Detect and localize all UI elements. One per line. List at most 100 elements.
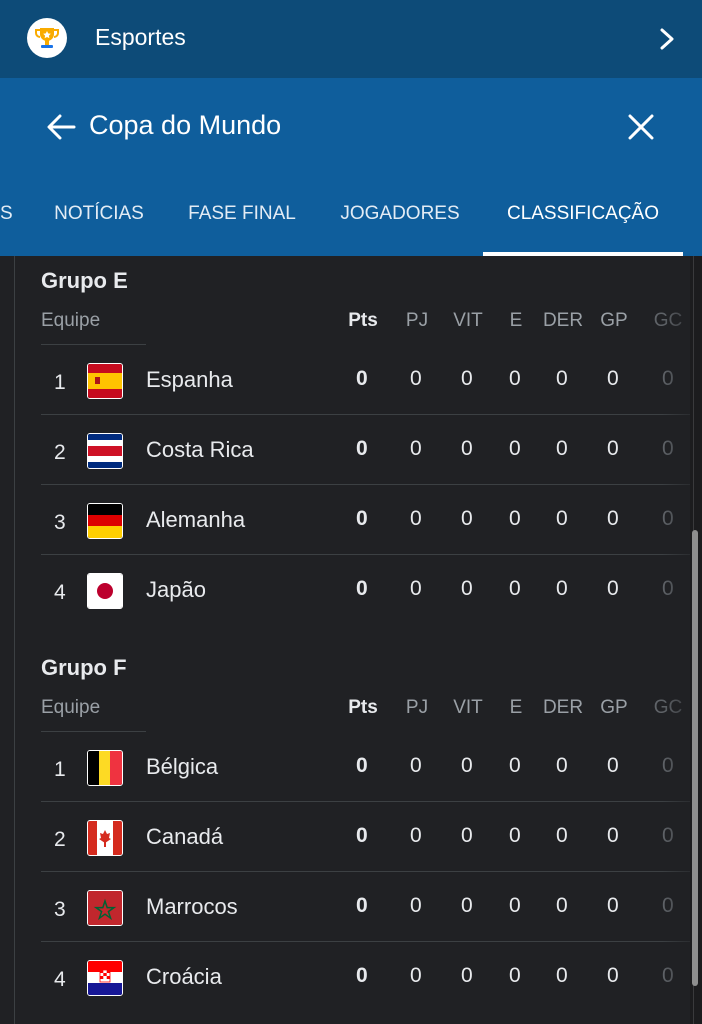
team-gp: 0 (607, 824, 619, 847)
team-e: 0 (509, 437, 521, 460)
team-pj: 0 (410, 754, 422, 777)
team-gp: 0 (607, 577, 619, 600)
team-vit: 0 (461, 964, 473, 987)
team-gc: 0 (662, 507, 674, 530)
team-rank: 4 (54, 581, 66, 604)
table-header: Equipe Pts PJ VIT E DER GP GC (14, 310, 690, 340)
germany-flag-icon (87, 503, 123, 539)
team-e: 0 (509, 577, 521, 600)
scrollbar-thumb[interactable] (692, 530, 698, 986)
close-icon[interactable] (626, 112, 656, 142)
table-row[interactable]: 1 Espanha 0 0 0 0 0 0 0 (14, 345, 690, 415)
morocco-flag-icon (87, 890, 123, 926)
table-row[interactable]: 3 Marrocos 0 0 0 0 0 0 0 (14, 872, 690, 942)
team-gp: 0 (607, 964, 619, 987)
team-der: 0 (556, 824, 568, 847)
spain-flag-icon (87, 363, 123, 399)
team-pts: 0 (356, 964, 368, 987)
team-vit: 0 (461, 754, 473, 777)
team-gp: 0 (607, 894, 619, 917)
table-row[interactable]: 3 Alemanha 0 0 0 0 0 0 0 (14, 485, 690, 555)
table-header: Equipe Pts PJ VIT E DER GP GC (14, 697, 690, 727)
team-der: 0 (556, 507, 568, 530)
team-rank: 3 (54, 898, 66, 921)
team-vit: 0 (461, 577, 473, 600)
col-gc: GC (653, 310, 683, 331)
team-name: Marrocos (146, 894, 238, 919)
page-title: Copa do Mundo (89, 110, 282, 140)
costa-rica-flag-icon (87, 433, 123, 469)
belgium-flag-icon (87, 750, 123, 786)
chevron-right-icon[interactable] (656, 26, 678, 52)
team-e: 0 (509, 824, 521, 847)
group-title: Grupo F (41, 655, 127, 680)
team-pj: 0 (410, 894, 422, 917)
table-row[interactable]: 4 Croácia 0 0 0 0 0 0 0 (14, 942, 690, 1012)
team-rank: 2 (54, 441, 66, 464)
table-row[interactable]: 4 Japão 0 0 0 0 0 0 0 (14, 555, 690, 625)
team-e: 0 (509, 507, 521, 530)
standings-panel: Grupo E Equipe Pts PJ VIT E DER GP GC 1 … (14, 256, 690, 1024)
team-pj: 0 (410, 367, 422, 390)
team-rank: 1 (54, 758, 66, 781)
col-team: Equipe (41, 697, 101, 718)
team-gp: 0 (607, 754, 619, 777)
team-pts: 0 (356, 437, 368, 460)
team-pj: 0 (410, 507, 422, 530)
col-team: Equipe (41, 310, 101, 331)
table-row[interactable]: 1 Bélgica 0 0 0 0 0 0 0 (14, 732, 690, 802)
team-gp: 0 (607, 507, 619, 530)
back-arrow-icon[interactable] (44, 110, 78, 144)
team-pj: 0 (410, 964, 422, 987)
tab-bar: S NOTÍCIAS FASE FINAL JOGADORES CLASSIFI… (0, 190, 702, 256)
team-pts: 0 (356, 577, 368, 600)
tab-classificacao[interactable]: CLASSIFICAÇÃO (483, 190, 683, 256)
sports-title: Esportes (95, 24, 186, 50)
team-gc: 0 (662, 824, 674, 847)
col-gc: GC (653, 697, 683, 718)
team-name: Bélgica (146, 754, 219, 779)
sports-bar[interactable]: Esportes (0, 0, 702, 78)
team-gc: 0 (662, 964, 674, 987)
team-pj: 0 (410, 824, 422, 847)
trophy-icon (27, 18, 67, 58)
team-gc: 0 (662, 367, 674, 390)
canada-flag-icon (87, 820, 123, 856)
team-gp: 0 (607, 367, 619, 390)
team-name: Canadá (146, 824, 224, 849)
team-vit: 0 (461, 824, 473, 847)
croatia-flag-icon (87, 960, 123, 996)
table-row[interactable]: 2 Canadá 0 0 0 0 0 0 0 (14, 802, 690, 872)
team-pts: 0 (356, 507, 368, 530)
group-title: Grupo E (41, 268, 128, 293)
team-vit: 0 (461, 894, 473, 917)
team-pts: 0 (356, 367, 368, 390)
team-gc: 0 (662, 754, 674, 777)
col-gp: GP (600, 697, 628, 718)
team-pts: 0 (356, 754, 368, 777)
tab-jogadores[interactable]: JOGADORES (334, 190, 466, 256)
team-vit: 0 (461, 507, 473, 530)
team-gc: 0 (662, 577, 674, 600)
team-pj: 0 (410, 577, 422, 600)
table-row[interactable]: 2 Costa Rica 0 0 0 0 0 0 0 (14, 415, 690, 485)
team-e: 0 (509, 367, 521, 390)
team-rank: 4 (54, 968, 66, 991)
team-e: 0 (509, 964, 521, 987)
tab-noticias[interactable]: NOTÍCIAS (49, 190, 149, 256)
team-pj: 0 (410, 437, 422, 460)
team-name: Alemanha (146, 507, 246, 532)
team-name: Croácia (146, 964, 222, 989)
team-e: 0 (509, 754, 521, 777)
team-der: 0 (556, 577, 568, 600)
team-gp: 0 (607, 437, 619, 460)
team-gc: 0 (662, 437, 674, 460)
tab-partial[interactable]: S (0, 190, 13, 256)
vertical-scrollbar[interactable] (690, 256, 702, 1024)
team-vit: 0 (461, 437, 473, 460)
tab-fase-final[interactable]: FASE FINAL (183, 190, 301, 256)
team-rank: 1 (54, 371, 66, 394)
japan-flag-icon (87, 573, 123, 609)
team-der: 0 (556, 964, 568, 987)
team-der: 0 (556, 367, 568, 390)
